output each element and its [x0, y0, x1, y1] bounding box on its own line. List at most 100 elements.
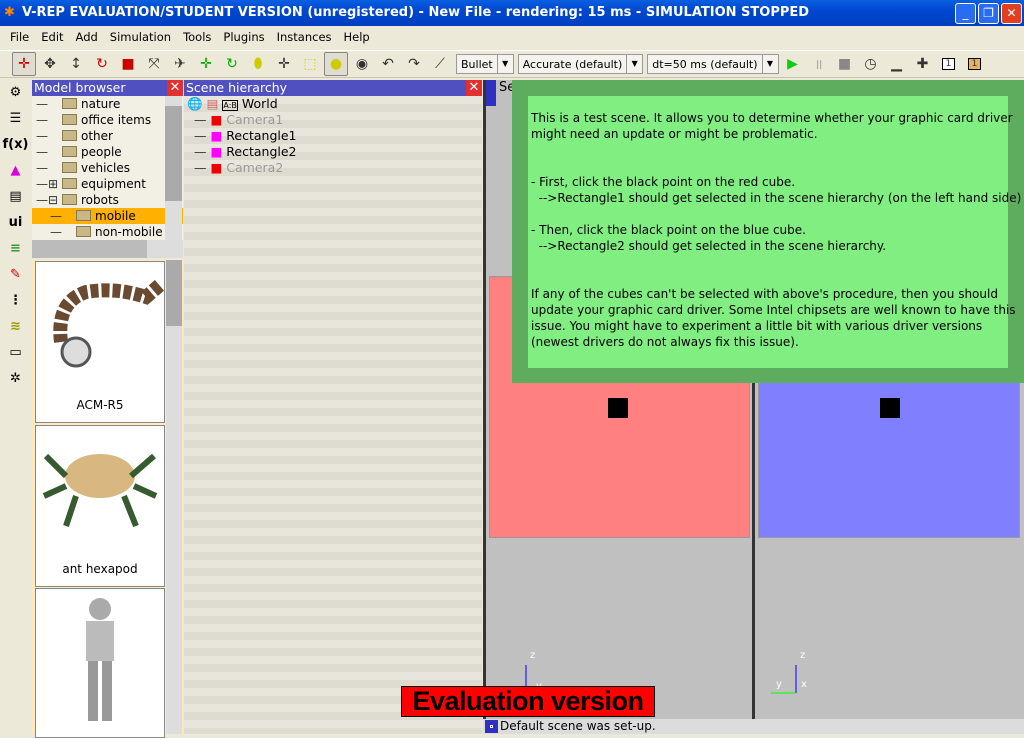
tree-item[interactable]: —⊟ robots	[32, 192, 183, 208]
film-icon[interactable]: ▭	[0, 340, 31, 366]
tree-toggle-icon[interactable]: ⋮	[0, 288, 31, 314]
tree-item[interactable]: — vehicles	[32, 160, 183, 176]
camera-roll-icon[interactable]: ↻	[90, 52, 114, 76]
minimize-button[interactable]: _	[955, 3, 976, 24]
hierarchy-item[interactable]: — ■ Rectangle2	[184, 144, 482, 160]
app-logo-icon: ✱	[4, 5, 15, 20]
realtime-icon[interactable]: ◷	[859, 52, 883, 76]
hierarchy-item-label: Rectangle1	[226, 128, 297, 143]
stop-icon[interactable]: ■	[833, 52, 857, 76]
restore-button[interactable]: ❐	[978, 3, 999, 24]
hierarchy-item[interactable]: 🌐 ▤ A:B World	[184, 96, 482, 112]
tree-item[interactable]: — office items	[32, 112, 183, 128]
pause-icon[interactable]: ॥	[807, 52, 831, 76]
tree-item-label: equipment	[81, 177, 146, 191]
close-icon[interactable]: ✕	[466, 80, 482, 96]
menu-plugins[interactable]: Plugins	[217, 30, 270, 44]
hierarchy-item-label: Camera1	[226, 112, 284, 127]
tree-scrollbar[interactable]	[165, 96, 182, 258]
folder-icon	[62, 194, 77, 205]
ui-icon[interactable]: ui	[0, 210, 31, 236]
tree-branch-icon[interactable]: —	[36, 96, 62, 112]
slower-icon[interactable]: ▁	[885, 52, 909, 76]
tree-item[interactable]: — nature	[32, 96, 183, 112]
object-rotate-icon[interactable]: ↻	[220, 52, 244, 76]
camera-angle-icon[interactable]: ■	[116, 52, 140, 76]
simulation-settings-icon[interactable]: ⚙	[0, 80, 31, 106]
menu-add[interactable]: Add	[70, 30, 104, 44]
tree-item-label: robots	[81, 193, 119, 207]
scene-hierarchy-icon[interactable]: ☰	[0, 106, 31, 132]
tree-item[interactable]: — other	[32, 128, 183, 144]
fly-icon[interactable]: ✈	[168, 52, 192, 76]
close-button[interactable]: ✕	[1001, 3, 1022, 24]
hierarchy-item[interactable]: — ■ Camera2	[184, 160, 482, 176]
menu-instances[interactable]: Instances	[271, 30, 338, 44]
tree-branch-icon[interactable]: —	[50, 208, 76, 224]
collections-icon[interactable]: ▲	[0, 158, 31, 184]
menu-help[interactable]: Help	[338, 30, 376, 44]
tree-branch-icon[interactable]: —	[36, 144, 62, 160]
tree-branch-icon[interactable]: —	[36, 128, 62, 144]
scene-selector-button[interactable]: 1	[963, 52, 987, 76]
title-bar: ✱ V-REP EVALUATION/STUDENT VERSION (unre…	[0, 0, 1024, 26]
click-select-icon[interactable]: ●	[324, 52, 348, 76]
blue-cube-point[interactable]	[880, 398, 900, 418]
tree-item[interactable]: — people	[32, 144, 183, 160]
tree-item[interactable]: — mobile	[32, 208, 183, 224]
tree-item[interactable]: — non-mobile	[32, 224, 183, 240]
tree-branch-icon[interactable]: —	[50, 224, 76, 240]
timestep-select[interactable]: dt=50 ms (default) ▼	[647, 54, 779, 74]
menu-edit[interactable]: Edit	[35, 30, 69, 44]
globe-icon: 🌐	[187, 96, 203, 111]
accuracy-select[interactable]: Accurate (default) ▼	[517, 54, 644, 74]
faster-icon[interactable]: ✚	[911, 52, 935, 76]
page-selector-button[interactable]: 1	[937, 52, 961, 76]
tree-item[interactable]: —⊞ equipment	[32, 176, 183, 192]
undo-icon[interactable]: ↶	[376, 52, 400, 76]
menu-file[interactable]: File	[4, 30, 35, 44]
view-toggle-button[interactable]	[486, 80, 496, 106]
model-thumbnail[interactable]: ant hexapod	[35, 425, 165, 587]
tree-branch-icon[interactable]: —⊞	[36, 176, 62, 192]
camera-rotate-icon[interactable]: ✥	[38, 52, 62, 76]
camera-pan-icon[interactable]: ✛	[12, 52, 36, 76]
tree-hscrollbar[interactable]	[32, 240, 183, 258]
tree-branch-icon[interactable]: —	[36, 112, 62, 128]
thumbnail-scrollbar[interactable]	[166, 260, 182, 734]
close-icon[interactable]: ✕	[167, 80, 183, 96]
redo-icon[interactable]: ↷	[402, 52, 426, 76]
menu-tools[interactable]: Tools	[177, 30, 217, 44]
selection-icon[interactable]: ⬚	[298, 52, 322, 76]
transfer-dna-icon[interactable]: ✛	[272, 52, 296, 76]
tree-branch-icon[interactable]: —⊟	[36, 192, 62, 208]
scripts-icon[interactable]: ▤	[0, 184, 31, 210]
calculation-modules-icon[interactable]: f(x)	[0, 132, 31, 158]
tree-branch-icon[interactable]: —	[36, 160, 62, 176]
layer-icon[interactable]: ≋	[0, 314, 31, 340]
hierarchy-item[interactable]: — ■ Rectangle1	[184, 128, 482, 144]
tree-item-label: office items	[81, 113, 152, 127]
video-recorder-icon[interactable]: ✎	[0, 262, 31, 288]
status-toggle-icon[interactable]	[485, 720, 498, 733]
red-cube-point[interactable]	[608, 398, 628, 418]
object-shift-icon[interactable]: ✛	[194, 52, 218, 76]
hexapod-image	[42, 453, 158, 528]
axis-z-label: z	[530, 650, 535, 661]
layers-icon[interactable]: ≡	[0, 236, 31, 262]
model-thumbnail[interactable]	[35, 588, 165, 738]
hierarchy-item[interactable]: — ■ Camera1	[184, 112, 482, 128]
engine-select[interactable]: Bullet ▼	[456, 54, 514, 74]
settings-icon[interactable]: ✲	[0, 366, 31, 392]
path-edit-icon[interactable]: ◉	[350, 52, 374, 76]
model-thumbnails: ACM-R5 ant hexapod	[32, 260, 183, 738]
dynamics-icon[interactable]: ⟋	[428, 52, 452, 76]
scene-hierarchy-header: Scene hierarchy ✕	[184, 80, 482, 96]
assemble-icon[interactable]: ⬮	[246, 52, 270, 76]
model-thumbnail[interactable]: ACM-R5	[35, 261, 165, 423]
camera-shift-icon[interactable]: ↕	[64, 52, 88, 76]
page-value: 1	[941, 58, 956, 70]
play-icon[interactable]: ▶	[781, 52, 805, 76]
menu-simulation[interactable]: Simulation	[104, 30, 177, 44]
fit-to-view-icon[interactable]: ⤧	[142, 52, 166, 76]
